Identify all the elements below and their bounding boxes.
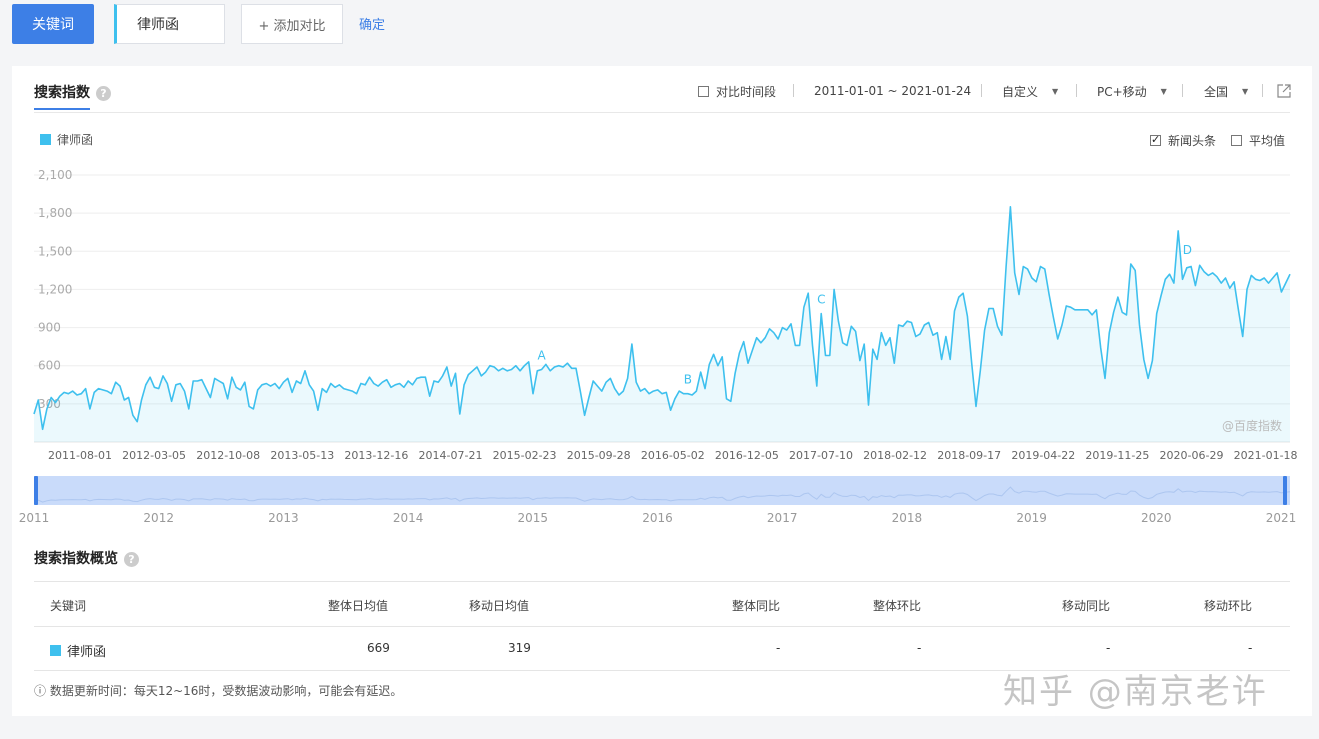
row-keyword-text: 律师函 [67,645,107,660]
header-overall-daily: 整体日均值 [328,599,389,613]
year-label: 2018 [892,511,923,525]
table-divider [34,626,1290,627]
y-tick-label: 1,800 [38,206,72,220]
summary-divider [34,581,1290,582]
row-keyword: 律师函 [50,641,106,660]
y-tick-label: 1,200 [38,282,72,296]
row-mobile-daily: 319 [508,641,531,655]
annotation-c: C [817,293,825,307]
year-label: 2013 [268,511,299,525]
help-icon[interactable]: ? [124,551,139,567]
range-handle-left[interactable] [34,476,38,505]
row-overall-daily: 669 [367,641,390,655]
year-label: 2014 [393,511,424,525]
annotation-a: A [538,349,547,363]
search-index-panel: 搜索指数? 对比时间段 2011-01-01 ~ 2021-01-24 自定义 ▼… [12,66,1312,716]
x-tick-label: 2012-10-08 [196,449,260,462]
row-overall-yoy: - [776,641,781,655]
header-overall-mom: 整体环比 [873,599,922,613]
year-label: 2019 [1016,511,1047,525]
header-mobile-yoy: 移动同比 [1062,599,1111,613]
year-label: 2012 [143,511,174,525]
annotation-d: D [1183,243,1192,257]
header-keyword: 关键词 [50,599,87,613]
confirm-link[interactable]: 确定 [359,14,385,33]
keyword-input[interactable]: 律师函 [114,4,225,44]
year-label: 2020 [1141,511,1172,525]
baidu-watermark: @百度指数 [1222,418,1282,433]
x-tick-label: 2018-02-12 [863,449,927,462]
header-overall-yoy: 整体同比 [732,599,781,613]
x-tick-label: 2014-07-21 [419,449,483,462]
year-label: 2015 [518,511,549,525]
x-tick-label: 2011-08-01 [48,449,112,462]
range-selector [34,476,1290,505]
x-tick-label: 2015-02-23 [493,449,557,462]
x-tick-label: 2016-05-02 [641,449,705,462]
keyword-button[interactable]: 关键词 [12,4,94,44]
summary-title-text: 搜索指数概览 [34,551,118,567]
row-mobile-mom: - [1248,641,1253,655]
keyword-swatch [50,645,61,656]
zhihu-watermark: 知乎 @南京老许 [1003,672,1268,712]
row-mobile-yoy: - [1106,641,1111,655]
annotation-b: B [684,373,692,387]
x-tick-label: 2013-12-16 [344,449,408,462]
x-tick-label: 2015-09-28 [567,449,631,462]
x-tick-label: 2019-04-22 [1011,449,1075,462]
x-tick-label: 2018-09-17 [937,449,1001,462]
y-tick-label: 1,500 [38,244,72,258]
add-compare-button[interactable]: + 添加对比 [241,4,343,44]
header-mobile-daily: 移动日均值 [469,599,530,613]
summary-title: 搜索指数概览? [34,548,139,568]
row-overall-mom: - [917,641,922,655]
x-tick-label: 2020-06-29 [1160,449,1224,462]
year-label: 2011 [19,511,50,525]
x-tick-label: 2017-07-10 [789,449,853,462]
search-index-chart[interactable]: 2,1001,8001,5001,200900600300ABCD@百度指数20… [12,66,1312,536]
x-tick-label: 2016-12-05 [715,449,779,462]
year-label: 2017 [767,511,798,525]
y-tick-label: 900 [38,321,61,335]
update-footnote: ⓘ 数据更新时间：每天12~16时，受数据波动影响，可能会有延迟。 [34,684,403,698]
keyword-value: 律师函 [137,17,179,33]
range-handle-right[interactable] [1283,476,1287,505]
header-mobile-mom: 移动环比 [1204,599,1253,613]
year-label: 2016 [642,511,673,525]
x-tick-label: 2021-01-18 [1234,449,1298,462]
x-tick-label: 2013-05-13 [270,449,334,462]
y-tick-label: 600 [38,359,61,373]
year-label: 2021 [1266,511,1297,525]
x-tick-label: 2012-03-05 [122,449,186,462]
y-tick-label: 2,100 [38,168,72,182]
series-area [34,206,1290,442]
x-tick-label: 2019-11-25 [1085,449,1149,462]
